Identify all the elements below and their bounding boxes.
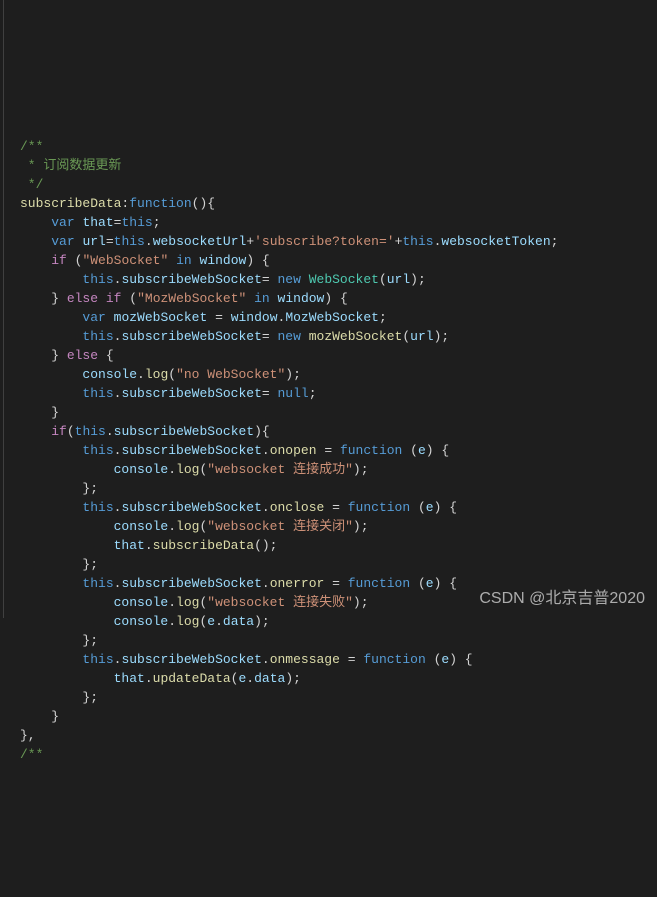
log-method: log [176, 519, 199, 534]
prop-subscribeWebSocket: subscribeWebSocket [121, 329, 261, 344]
prop-onerror: onerror [270, 576, 325, 591]
param-e: e [238, 671, 246, 686]
function-keyword: function [363, 652, 425, 667]
prop-subscribeWebSocket: subscribeWebSocket [114, 424, 254, 439]
method-subscribeData: subscribeData [153, 538, 254, 553]
var-keyword: var [51, 215, 74, 230]
var-mozwebsocket: mozWebSocket [114, 310, 208, 325]
console-obj: console [114, 614, 169, 629]
prop-subscribeWebSocket: subscribeWebSocket [121, 500, 261, 515]
var-that: that [114, 671, 145, 686]
log-method: log [176, 614, 199, 629]
string-websocket: "WebSocket" [82, 253, 168, 268]
param-e: e [441, 652, 449, 667]
var-url: url [82, 234, 105, 249]
prop-subscribeWebSocket: subscribeWebSocket [121, 443, 261, 458]
else-keyword: else [67, 348, 98, 363]
this-keyword: this [75, 424, 106, 439]
log-method: log [176, 462, 199, 477]
console-obj: console [82, 367, 137, 382]
method-name: subscribeData [20, 196, 121, 211]
var-url: url [387, 272, 410, 287]
prop-mozwebsocket: MozWebSocket [285, 310, 379, 325]
window-obj: window [278, 291, 325, 306]
prop-subscribeWebSocket: subscribeWebSocket [121, 386, 261, 401]
string-no-ws: "no WebSocket" [176, 367, 285, 382]
prop-websocketToken: websocketToken [441, 234, 550, 249]
method-updateData: updateData [153, 671, 231, 686]
prop-websocketUrl: websocketUrl [153, 234, 247, 249]
code-editor: /** * 订阅数据更新 */ subscribeData:function()… [0, 114, 657, 764]
if-keyword: if [51, 253, 67, 268]
if-keyword: if [106, 291, 122, 306]
this-keyword: this [82, 329, 113, 344]
this-keyword: this [82, 443, 113, 458]
null-keyword: null [278, 386, 309, 401]
var-that: that [114, 538, 145, 553]
function-keyword: function [348, 500, 410, 515]
prop-subscribeWebSocket: subscribeWebSocket [121, 652, 261, 667]
this-keyword: this [114, 234, 145, 249]
string-mozwebsocket: "MozWebSocket" [137, 291, 246, 306]
window-obj: window [231, 310, 278, 325]
prop-data: data [254, 671, 285, 686]
var-keyword: var [82, 310, 105, 325]
param-e: e [426, 500, 434, 515]
var-keyword: var [51, 234, 74, 249]
this-keyword: this [402, 234, 433, 249]
type-mozwebsocket: mozWebSocket [309, 329, 403, 344]
console-obj: console [114, 462, 169, 477]
log-method: log [176, 595, 199, 610]
comment-open: /** [20, 139, 43, 154]
prop-onmessage: onmessage [270, 652, 340, 667]
prop-subscribeWebSocket: subscribeWebSocket [121, 272, 261, 287]
var-url: url [410, 329, 433, 344]
prop-subscribeWebSocket: subscribeWebSocket [121, 576, 261, 591]
this-keyword: this [82, 652, 113, 667]
function-keyword: function [129, 196, 191, 211]
comment-open-next: /** [20, 747, 43, 762]
window-obj: window [200, 253, 247, 268]
string-conn-close: "websocket 连接关闭" [207, 519, 353, 534]
prop-data: data [223, 614, 254, 629]
console-obj: console [114, 595, 169, 610]
in-keyword: in [254, 291, 270, 306]
log-method: log [145, 367, 168, 382]
var-that: that [82, 215, 113, 230]
new-keyword: new [278, 272, 301, 287]
in-keyword: in [176, 253, 192, 268]
console-obj: console [114, 519, 169, 534]
param-e: e [418, 443, 426, 458]
comment-text: * 订阅数据更新 [20, 158, 121, 173]
type-websocket: WebSocket [309, 272, 379, 287]
else-keyword: else [67, 291, 98, 306]
this-keyword: this [121, 215, 152, 230]
param-e: e [426, 576, 434, 591]
comment-close: */ [20, 177, 43, 192]
prop-onclose: onclose [270, 500, 325, 515]
this-keyword: this [82, 576, 113, 591]
string-conn-ok: "websocket 连接成功" [207, 462, 353, 477]
fold-guide [3, 0, 4, 618]
function-keyword: function [348, 576, 410, 591]
function-keyword: function [340, 443, 402, 458]
this-keyword: this [82, 386, 113, 401]
string-conn-err: "websocket 连接失败" [207, 595, 353, 610]
this-keyword: this [82, 272, 113, 287]
string-subscribe: 'subscribe?token=' [254, 234, 394, 249]
this-keyword: this [82, 500, 113, 515]
param-e: e [207, 614, 215, 629]
new-keyword: new [278, 329, 301, 344]
prop-onopen: onopen [270, 443, 317, 458]
if-keyword: if [51, 424, 67, 439]
